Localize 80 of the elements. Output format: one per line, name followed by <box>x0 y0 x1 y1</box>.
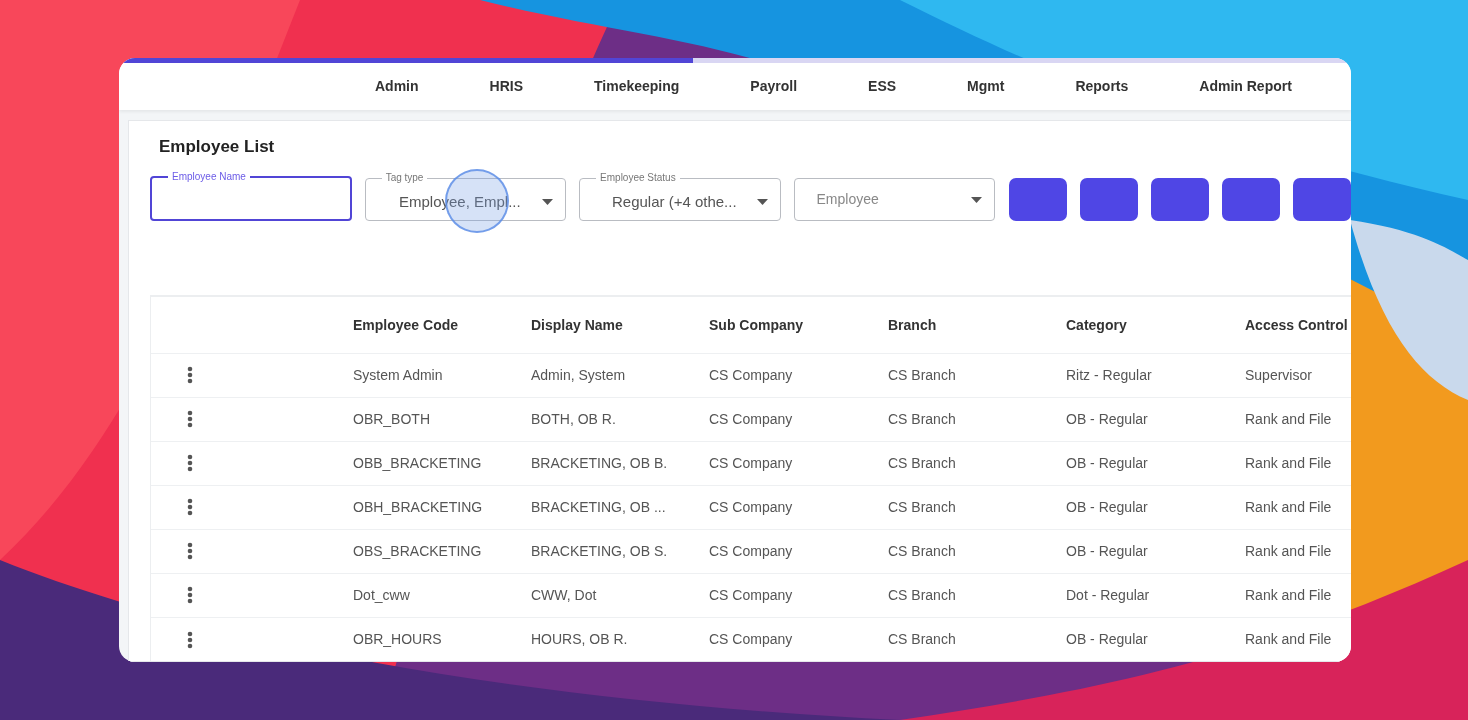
table-cell: CS Company <box>709 573 888 618</box>
table-cell: Supervisor <box>1245 353 1351 398</box>
more-options-icon[interactable] <box>187 542 193 561</box>
table-cell: OB - Regular <box>1066 397 1245 442</box>
page-title: Employee List <box>159 137 276 158</box>
table-cell: OBR_HOURS <box>353 617 531 661</box>
nav-link[interactable]: HRIS <box>489 76 523 97</box>
table-cell: Dot_cww <box>353 573 531 618</box>
table-cell: CWW, Dot <box>531 573 709 618</box>
more-options-icon[interactable] <box>187 366 193 385</box>
table-cell: BRACKETING, OB S. <box>531 529 709 574</box>
table-cell: CS Branch <box>888 573 1066 618</box>
nav-link[interactable]: Reports <box>1075 76 1129 97</box>
select-field[interactable]: Employee <box>793 178 995 222</box>
table-cell: OB - Regular <box>1066 529 1245 574</box>
table-cell: OB - Regular <box>1066 617 1245 661</box>
nav-link[interactable]: Admin Report <box>1199 76 1292 97</box>
column-header: Branch <box>888 297 1066 354</box>
table-cell: Rank and File <box>1245 573 1351 618</box>
table-cell: Rank and File <box>1245 617 1351 661</box>
toolbar-button[interactable] <box>1151 178 1209 222</box>
table-cell: CS Branch <box>888 353 1066 398</box>
more-options-icon[interactable] <box>187 630 193 649</box>
column-header: Category <box>1066 297 1245 354</box>
table-cell: CS Company <box>709 441 888 486</box>
table-cell: Rank and File <box>1245 485 1351 530</box>
table-cell: OBR_BOTH <box>353 397 531 442</box>
table-cell: CS Branch <box>888 441 1066 486</box>
table-cell: CS Branch <box>888 485 1066 530</box>
more-options-icon[interactable] <box>187 454 193 473</box>
table-cell: BOTH, OB R. <box>531 397 709 442</box>
table-cell: CS Company <box>709 485 888 530</box>
more-options-icon[interactable] <box>187 586 193 605</box>
toolbar-button[interactable] <box>1222 178 1280 222</box>
table-cell: CS Branch <box>888 397 1066 442</box>
more-options-icon[interactable] <box>187 498 193 517</box>
toolbar-button[interactable] <box>1009 178 1067 222</box>
column-header: Employee Code <box>353 297 531 354</box>
table-cell: OB - Regular <box>1066 485 1245 530</box>
table-cell: Admin, System <box>531 353 709 398</box>
table-cell: CS Company <box>709 617 888 661</box>
table-cell: OBS_BRACKETING <box>353 529 531 574</box>
nav-link[interactable]: Timekeeping <box>594 76 680 97</box>
nav-link[interactable]: Payroll <box>750 76 798 97</box>
table-cell: Rank and File <box>1245 529 1351 574</box>
table-cell: Ritz - Regular <box>1066 353 1245 398</box>
table-cell: OBB_BRACKETING <box>353 441 531 486</box>
dropdown-caret-icon <box>756 199 768 206</box>
nav-link[interactable]: ESS <box>868 76 897 97</box>
table-cell: System Admin <box>353 353 531 398</box>
table-cell: CS Branch <box>888 529 1066 574</box>
table-cell: OBH_BRACKETING <box>353 485 531 530</box>
field-label: Employee Name <box>171 171 247 184</box>
dropdown-caret-icon <box>971 196 982 203</box>
field-value: Regular (+4 othe... <box>610 192 738 213</box>
nav-link[interactable]: Mgmt <box>967 76 1005 97</box>
table-cell: CS Branch <box>888 617 1066 661</box>
field-label: Tag type <box>384 172 425 185</box>
column-header: Sub Company <box>709 297 888 354</box>
toolbar-button[interactable] <box>1080 178 1138 222</box>
table-cell: Dot - Regular <box>1066 573 1245 618</box>
table-cell: HOURS, OB R. <box>531 617 709 661</box>
table-cell: BRACKETING, OB ... <box>531 485 709 530</box>
table-cell: BRACKETING, OB B. <box>531 441 709 486</box>
table-cell: Rank and File <box>1245 397 1351 442</box>
table-cell: CS Company <box>709 397 888 442</box>
text-field[interactable]: Employee Name <box>150 171 352 222</box>
field-placeholder: Employee <box>815 190 880 210</box>
table-cell: OB - Regular <box>1066 441 1245 486</box>
toolbar-button[interactable] <box>1293 178 1351 222</box>
column-header: Display Name <box>531 297 709 354</box>
select-field[interactable]: Employee Status Regular (+4 othe... <box>579 172 781 222</box>
dropdown-caret-icon <box>542 199 554 206</box>
table-cell: CS Company <box>709 353 888 398</box>
nav-link[interactable]: Admin <box>375 76 419 97</box>
table-cell: CS Company <box>709 529 888 574</box>
field-label: Employee Status <box>599 172 677 185</box>
column-header: Access Control <box>1245 297 1351 354</box>
more-options-icon[interactable] <box>187 410 193 429</box>
table-cell: Rank and File <box>1245 441 1351 486</box>
